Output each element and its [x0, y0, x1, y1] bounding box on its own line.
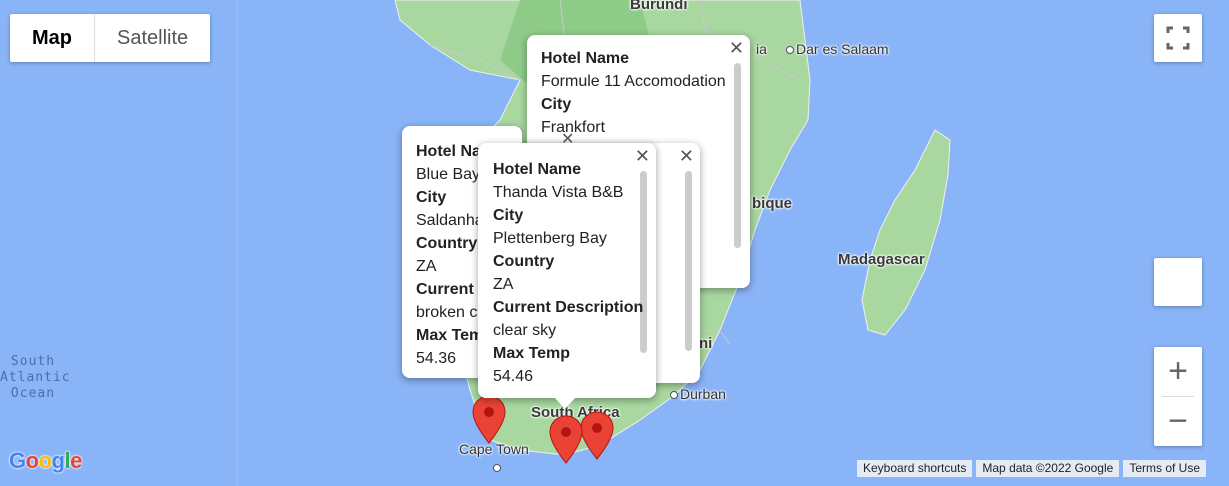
attribution-bar: Keyboard shortcuts Map data ©2022 Google…	[853, 460, 1207, 477]
hotel-name-value: Thanda Vista B&B	[493, 184, 624, 201]
map-canvas[interactable]: South Atlantic Ocean Burundi ia Dar es S…	[0, 0, 1229, 486]
google-logo[interactable]: Google	[9, 448, 82, 474]
map-marker-icon[interactable]	[472, 395, 506, 445]
max-temp-label: Max Temp	[493, 345, 571, 362]
close-icon[interactable]: ✕	[679, 147, 694, 165]
label-durban-text: Durban	[680, 386, 726, 402]
terms-of-use-link[interactable]: Terms of Use	[1123, 460, 1207, 477]
info-window-thanda: ✕ Hotel Name Thanda Vista B&B City Plett…	[478, 143, 656, 398]
hotel-name-label: Hotel Name	[493, 161, 582, 178]
scrollbar[interactable]	[734, 63, 741, 248]
map-data-text: Map data ©2022 Google	[976, 460, 1120, 477]
label-lesotho: ni	[699, 335, 713, 352]
label-tanzania: ia	[756, 41, 767, 57]
city-value: Plettenberg Bay	[493, 230, 607, 247]
fullscreen-button[interactable]	[1154, 14, 1202, 62]
fullscreen-icon	[1166, 26, 1190, 50]
label-burundi: Burundi	[630, 0, 688, 13]
scrollbar[interactable]	[685, 171, 692, 351]
label-mozambique: bique	[752, 195, 792, 212]
info-window-tail	[554, 397, 576, 409]
max-temp-value: 54.46	[493, 368, 534, 385]
zoom-in-button[interactable]: +	[1154, 347, 1202, 396]
info-window-content: Hotel Name Thanda Vista B&B City Pletten…	[493, 158, 643, 388]
country-value: ZA	[493, 276, 514, 293]
ocean-label: South Atlantic Ocean	[0, 354, 71, 401]
city-dot-icon	[493, 463, 501, 472]
cape-town-dot	[493, 459, 503, 477]
minus-icon: −	[1168, 402, 1188, 440]
close-icon[interactable]: ✕	[729, 39, 744, 57]
city-dot-icon	[670, 391, 678, 400]
zoom-control: + −	[1154, 347, 1202, 446]
plus-icon: +	[1168, 352, 1188, 390]
label-dar-es-salaam: Dar es Salaam	[786, 41, 889, 57]
map-marker-icon[interactable]	[580, 408, 614, 464]
label-madagascar: Madagascar	[838, 251, 925, 268]
city-label: City	[541, 96, 572, 113]
street-view-button[interactable]	[1154, 258, 1202, 306]
info-window-content: Hotel Name Formule 11 Accomodation City …	[541, 47, 726, 139]
description-label: Current Description	[493, 299, 644, 316]
map-marker-icon[interactable]	[549, 412, 583, 468]
keyboard-shortcuts-link[interactable]: Keyboard shortcuts	[857, 460, 973, 477]
zoom-out-button[interactable]: −	[1154, 397, 1202, 446]
map-type-control: Map Satellite	[10, 14, 211, 62]
label-durban: Durban	[670, 386, 726, 402]
hotel-name-label: Hotel Name	[541, 50, 630, 67]
map-type-map-button[interactable]: Map	[10, 14, 94, 62]
description-value: clear sky	[493, 322, 557, 339]
city-label: City	[493, 207, 524, 224]
hotel-name-value: Formule 11 Accomodation	[541, 73, 726, 90]
country-label: Country	[493, 253, 555, 270]
city-dot-icon	[786, 46, 794, 55]
map-type-satellite-button[interactable]: Satellite	[94, 14, 210, 62]
label-dar-es-salaam-text: Dar es Salaam	[796, 41, 889, 57]
